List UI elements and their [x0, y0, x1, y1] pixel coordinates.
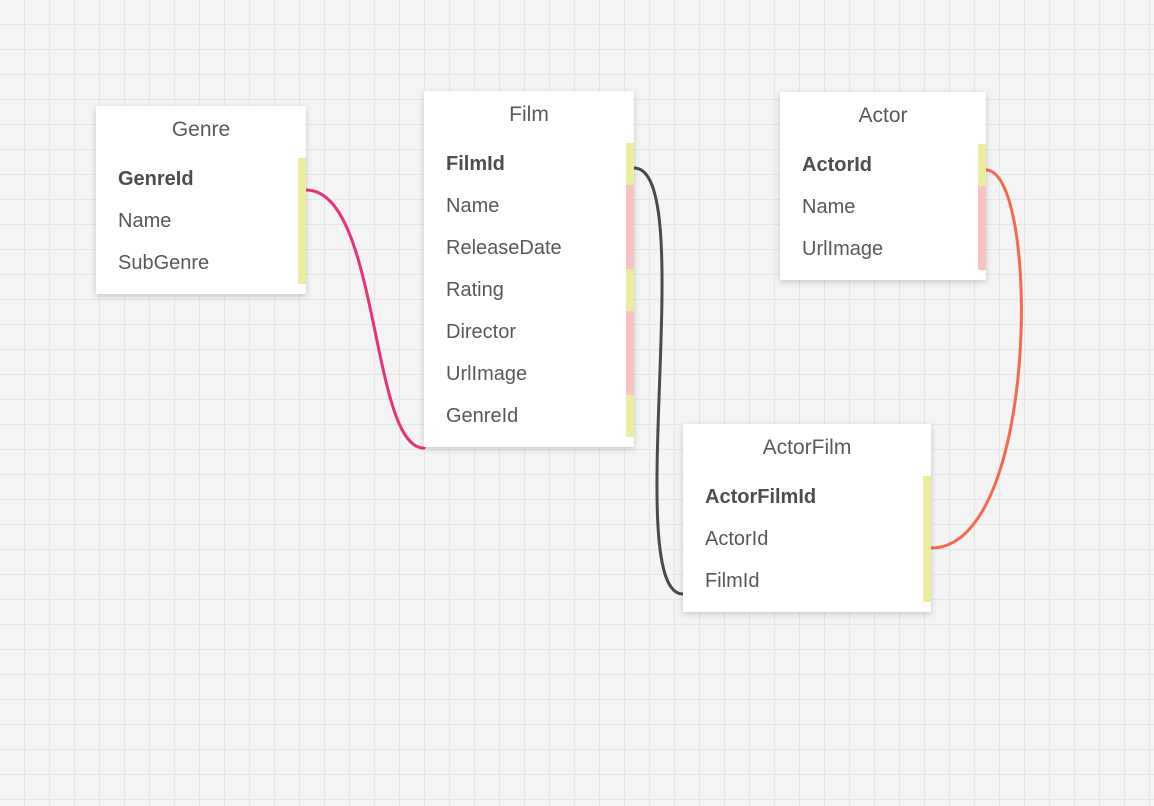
field-filmid[interactable]: FilmId [683, 560, 931, 602]
field-label: SubGenre [118, 252, 209, 274]
type-indicator [626, 143, 634, 185]
field-label: ActorFilmId [705, 486, 816, 508]
entity-film[interactable]: Film FilmId Name ReleaseDate Rating Dire… [424, 91, 634, 447]
entity-title[interactable]: ActorFilm [683, 424, 931, 470]
field-label: Name [118, 210, 171, 232]
field-actorfilmid[interactable]: ActorFilmId [683, 476, 931, 518]
field-director[interactable]: Director [424, 311, 634, 353]
type-indicator [298, 200, 306, 242]
type-indicator [298, 242, 306, 284]
entity-actor[interactable]: Actor ActorId Name UrlImage [780, 92, 986, 280]
entity-title[interactable]: Film [424, 91, 634, 137]
field-name[interactable]: Name [780, 186, 986, 228]
type-indicator [626, 269, 634, 311]
entity-fields: FilmId Name ReleaseDate Rating Director … [424, 137, 634, 447]
field-label: UrlImage [802, 238, 883, 260]
field-urlimage[interactable]: UrlImage [424, 353, 634, 395]
field-label: Director [446, 321, 516, 343]
field-label: UrlImage [446, 363, 527, 385]
entity-title[interactable]: Actor [780, 92, 986, 138]
field-label: Name [446, 195, 499, 217]
field-label: ActorId [802, 154, 872, 176]
type-indicator [626, 311, 634, 353]
field-label: Rating [446, 279, 504, 301]
link-film-actorfilm [634, 168, 683, 594]
field-actorid[interactable]: ActorId [683, 518, 931, 560]
field-label: FilmId [705, 570, 759, 592]
field-genreid[interactable]: GenreId [424, 395, 634, 437]
field-label: ReleaseDate [446, 237, 562, 259]
field-label: Name [802, 196, 855, 218]
field-genreid[interactable]: GenreId [96, 158, 306, 200]
field-subgenre[interactable]: SubGenre [96, 242, 306, 284]
link-genre-film [306, 190, 424, 448]
field-actorid[interactable]: ActorId [780, 144, 986, 186]
field-label: GenreId [446, 405, 518, 427]
entity-fields: GenreId Name SubGenre [96, 152, 306, 294]
type-indicator [626, 353, 634, 395]
type-indicator [923, 518, 931, 560]
field-label: FilmId [446, 153, 505, 175]
type-indicator [978, 186, 986, 228]
field-releasedate[interactable]: ReleaseDate [424, 227, 634, 269]
type-indicator [626, 185, 634, 227]
field-rating[interactable]: Rating [424, 269, 634, 311]
field-filmid[interactable]: FilmId [424, 143, 634, 185]
entity-genre[interactable]: Genre GenreId Name SubGenre [96, 106, 306, 294]
field-label: GenreId [118, 168, 194, 190]
type-indicator [978, 144, 986, 186]
field-label: ActorId [705, 528, 768, 550]
field-name[interactable]: Name [96, 200, 306, 242]
type-indicator [978, 228, 986, 270]
field-name[interactable]: Name [424, 185, 634, 227]
entity-title[interactable]: Genre [96, 106, 306, 152]
type-indicator [626, 227, 634, 269]
field-urlimage[interactable]: UrlImage [780, 228, 986, 270]
entity-fields: ActorId Name UrlImage [780, 138, 986, 280]
entity-actorfilm[interactable]: ActorFilm ActorFilmId ActorId FilmId [683, 424, 931, 612]
type-indicator [298, 158, 306, 200]
type-indicator [626, 395, 634, 437]
type-indicator [923, 560, 931, 602]
type-indicator [923, 476, 931, 518]
entity-fields: ActorFilmId ActorId FilmId [683, 470, 931, 612]
diagram-canvas[interactable]: Genre GenreId Name SubGenre Film FilmId … [0, 0, 1154, 806]
